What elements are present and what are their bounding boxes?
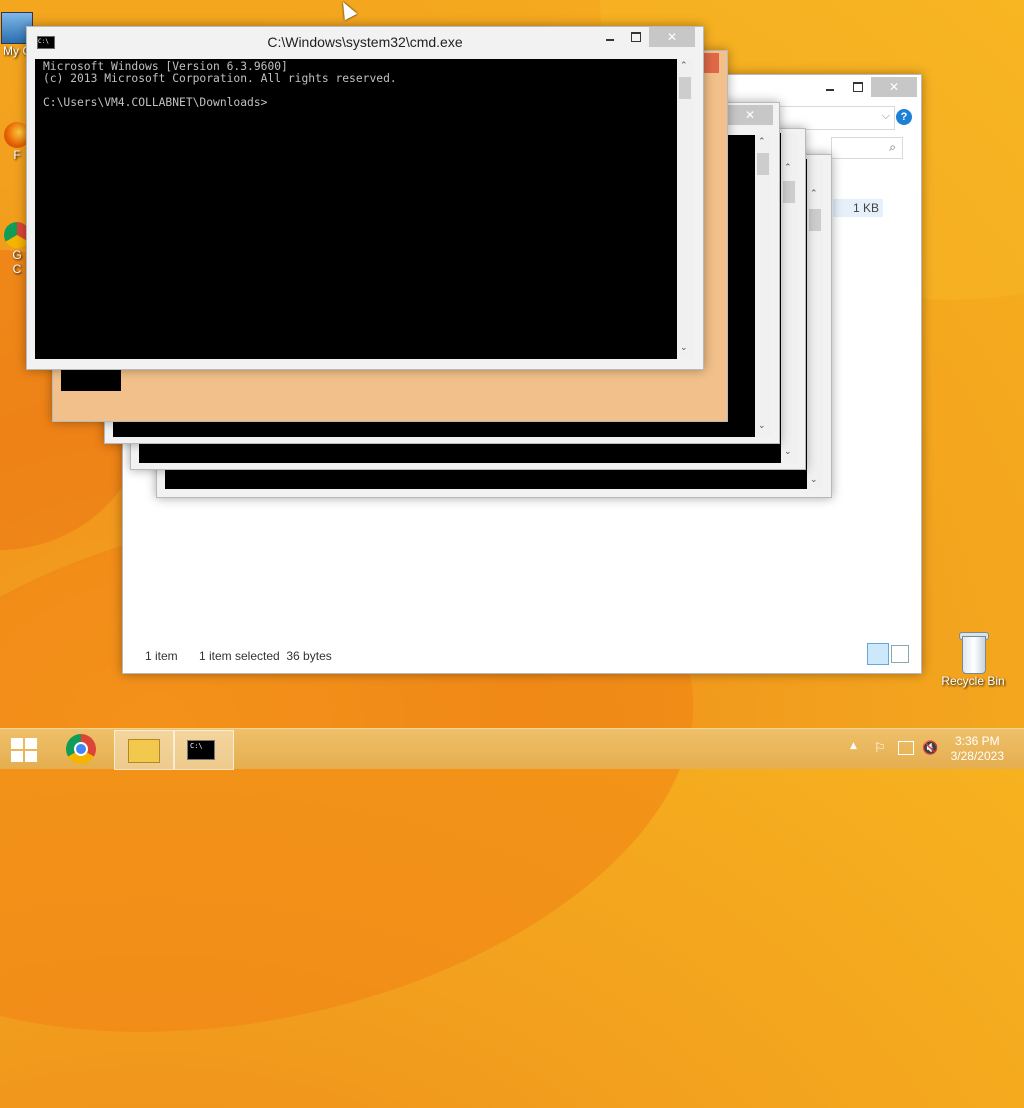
desktop-icon-label: Recycle Bin: [941, 674, 1005, 688]
help-icon[interactable]: ?: [896, 109, 912, 125]
large-icons-view-button[interactable]: [891, 645, 909, 663]
show-hidden-icons-icon[interactable]: ▲: [850, 741, 866, 757]
system-clock[interactable]: 3:36 PM 3/28/2023: [951, 734, 1004, 764]
explorer-minimize-button[interactable]: [817, 77, 843, 97]
cmd-window[interactable]: C:\ C:\Windows\system32\cmd.exe ✕ Micros…: [26, 26, 704, 370]
mouse-cursor-icon: [336, 0, 358, 21]
desktop-icon-recycle-bin[interactable]: Recycle Bin: [938, 630, 1008, 688]
scroll-up-icon[interactable]: ⌃: [680, 61, 688, 71]
maximize-button[interactable]: [623, 27, 649, 47]
action-center-flag-icon[interactable]: ⚐: [874, 741, 890, 757]
minimize-button[interactable]: [597, 27, 623, 47]
close-button[interactable]: ✕: [649, 27, 695, 47]
start-button[interactable]: [0, 730, 48, 768]
console-prompt: C:\Users\VM4.COLLABNET\Downloads>: [43, 96, 268, 109]
close-button[interactable]: ✕: [727, 105, 773, 125]
explorer-close-button[interactable]: ✕: [871, 77, 917, 97]
console-output[interactable]: Microsoft Windows [Version 6.3.9600] (c)…: [35, 59, 677, 359]
cmd-title-bar[interactable]: C:\ C:\Windows\system32\cmd.exe ✕: [27, 27, 703, 55]
chevron-down-icon[interactable]: ⌵: [882, 109, 890, 123]
desktop-icon-label: F: [13, 148, 21, 162]
clock-time: 3:36 PM: [954, 734, 1000, 748]
vertical-scrollbar[interactable]: ⌃ ⌄: [677, 59, 693, 359]
windows-start-icon: [11, 738, 37, 762]
cmd-icon: C:\: [187, 740, 215, 760]
file-explorer-icon: [128, 739, 160, 763]
taskbar-chrome-button[interactable]: [54, 730, 112, 768]
taskbar: C:\ ▲ ⚐ 🔇 3:36 PM 3/28/2023: [0, 728, 1024, 770]
chrome-icon: [66, 734, 96, 764]
scroll-down-icon[interactable]: ⌄: [680, 343, 688, 353]
explorer-maximize-button[interactable]: [845, 77, 871, 97]
search-icon[interactable]: ⌕: [889, 140, 896, 155]
recycle-bin-icon: [956, 630, 990, 674]
console-line: (c) 2013 Microsoft Corporation. All righ…: [43, 72, 397, 85]
search-input[interactable]: ⌕: [831, 137, 903, 159]
network-icon[interactable]: [898, 741, 914, 755]
details-view-button[interactable]: [867, 643, 889, 665]
taskbar-explorer-button[interactable]: [114, 730, 174, 770]
volume-muted-icon[interactable]: 🔇: [922, 741, 938, 757]
status-selection: 1 item selected 36 bytes: [199, 649, 332, 663]
taskbar-cmd-button[interactable]: C:\: [174, 730, 234, 770]
address-bar[interactable]: ⌵: [779, 106, 895, 130]
status-item-count: 1 item: [145, 649, 178, 663]
clock-date: 3/28/2023: [950, 749, 1004, 763]
file-size-cell: 1 KB: [833, 199, 883, 217]
scroll-thumb[interactable]: [679, 77, 691, 99]
